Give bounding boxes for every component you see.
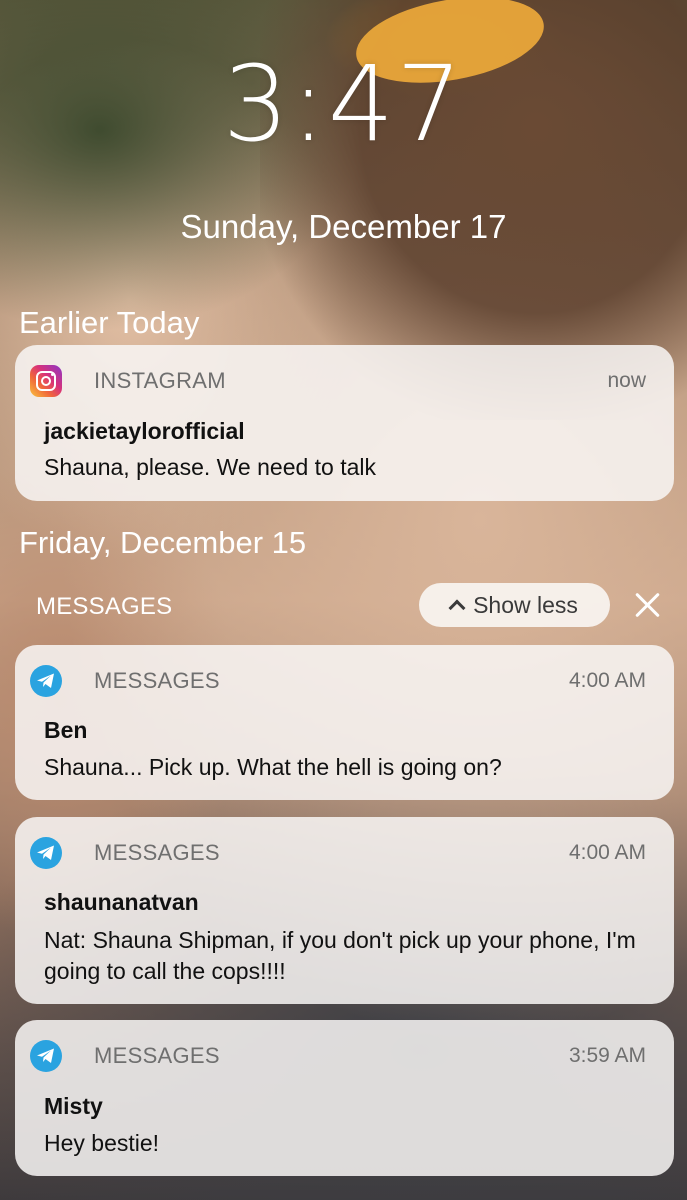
telegram-icon bbox=[30, 837, 62, 869]
show-less-button[interactable]: Show less bbox=[419, 583, 610, 627]
notification-time: 4:00 AM bbox=[568, 841, 646, 864]
telegram-icon bbox=[30, 665, 62, 697]
notification-card-shaunanatvan[interactable]: MESSAGES 4:00 AM shaunanatvan Nat: Shaun… bbox=[15, 817, 674, 1004]
notification-title: shaunanatvan bbox=[44, 889, 199, 915]
notification-app-row: MESSAGES 4:00 AM bbox=[30, 665, 646, 697]
chevron-up-icon bbox=[448, 599, 466, 617]
notification-card-instagram[interactable]: INSTAGRAM now jackietaylorofficial Shaun… bbox=[15, 345, 674, 501]
notification-app-name: INSTAGRAM bbox=[94, 368, 226, 393]
telegram-icon bbox=[30, 1040, 62, 1072]
notification-group-label: MESSAGES bbox=[36, 593, 173, 620]
notification-body: Hey bestie! bbox=[44, 1130, 160, 1156]
notification-time: 4:00 AM bbox=[568, 669, 646, 692]
notification-time: 3:59 AM bbox=[568, 1044, 646, 1067]
lockscreen-clock: 3:47 bbox=[222, 43, 465, 165]
notification-app-name: MESSAGES bbox=[94, 1043, 220, 1068]
notification-title: jackietaylorofficial bbox=[44, 418, 245, 444]
notification-app-row: MESSAGES 3:59 AM bbox=[30, 1040, 646, 1072]
section-header-earlier-today: Earlier Today bbox=[19, 305, 200, 340]
notification-body: Shauna, please. We need to talk bbox=[44, 454, 377, 480]
notification-title: Misty bbox=[44, 1093, 103, 1119]
notification-card-misty[interactable]: MESSAGES 3:59 AM Misty Hey bestie! bbox=[15, 1020, 674, 1176]
notification-app-name: MESSAGES bbox=[94, 668, 220, 693]
notification-body: Nat: Shauna Shipman, if you don't pick u… bbox=[44, 927, 636, 984]
lockscreen-date: Sunday, December 17 bbox=[180, 208, 507, 245]
notification-time: now bbox=[607, 369, 646, 392]
notification-app-row: INSTAGRAM now bbox=[30, 365, 646, 397]
notification-app-name: MESSAGES bbox=[94, 840, 220, 865]
notification-card-ben[interactable]: MESSAGES 4:00 AM Ben Shauna... Pick up. … bbox=[15, 645, 674, 800]
notification-title: Ben bbox=[44, 717, 88, 743]
section-header-friday: Friday, December 15 bbox=[19, 525, 307, 560]
clear-group-close-icon[interactable] bbox=[632, 589, 664, 621]
notification-body: Shauna... Pick up. What the hell is goin… bbox=[44, 754, 502, 780]
instagram-icon bbox=[30, 365, 62, 397]
notification-app-row: MESSAGES 4:00 AM bbox=[30, 837, 646, 869]
show-less-label: Show less bbox=[473, 591, 578, 618]
